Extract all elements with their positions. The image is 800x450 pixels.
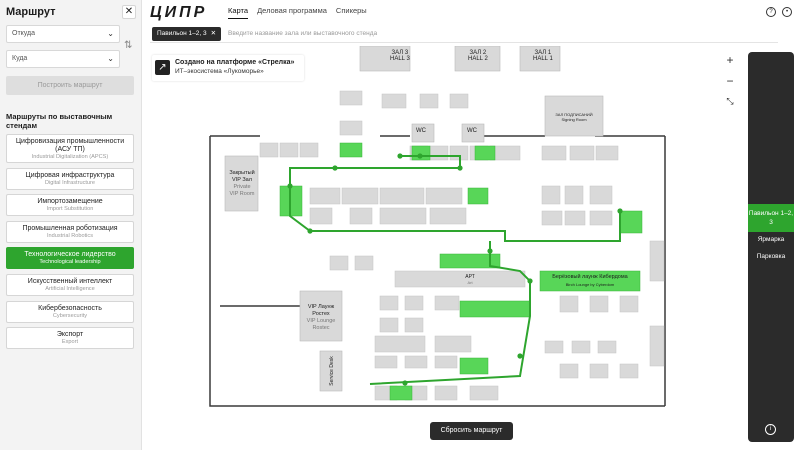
close-icon: ✕ bbox=[124, 6, 134, 17]
route-sublabel: Industrial Robotics bbox=[46, 232, 93, 239]
route-label: Цифровизация промышленности (АСУ ТП) bbox=[15, 138, 125, 153]
vip-lounge-label: VIP Лаунж Ростех VIP Lounge Rostec bbox=[306, 304, 336, 331]
route-item[interactable]: Кибербезопасность Cybersecurity bbox=[6, 300, 134, 323]
pavilion-item-1-2-3[interactable]: Павильон 1–2, 3 bbox=[748, 204, 794, 232]
route-label: Импортозамещение bbox=[37, 198, 103, 206]
routes-section-title: Маршруты по выставочным стендам bbox=[6, 112, 113, 130]
swap-icon[interactable]: ⇅ bbox=[124, 40, 132, 51]
pavilion-chip[interactable]: Павильон 1–2, 3 ✕ bbox=[152, 27, 222, 41]
search-input[interactable]: Введите название зала или выставочного с… bbox=[228, 30, 377, 37]
pavilion-panel: Павильон 1–2, 3 Ярмарка Парковка i bbox=[748, 52, 794, 442]
info-icon[interactable]: i bbox=[765, 424, 776, 435]
pavilion-item-parking[interactable]: Парковка bbox=[748, 252, 794, 261]
chevron-down-icon: ⌄ bbox=[107, 54, 114, 63]
search-bar: Павильон 1–2, 3 ✕ Введите название зала и… bbox=[150, 26, 778, 43]
route-item[interactable]: Промышленная роботизация Industrial Robot… bbox=[6, 220, 134, 243]
platform-promo[interactable]: ↗ Создано на платформе «Стрелка» ИТ–экос… bbox=[152, 55, 304, 81]
to-select[interactable]: Куда ⌄ bbox=[6, 50, 120, 68]
user-icon[interactable]: • bbox=[782, 7, 792, 17]
route-sublabel: Import Substitution bbox=[46, 206, 94, 213]
route-item-active[interactable]: Технологическое лидерство Technological l… bbox=[6, 247, 134, 270]
route-label: Искусственный интеллект bbox=[27, 277, 113, 285]
route-label: Кибербезопасность bbox=[38, 304, 102, 312]
art-label: АРТ Art bbox=[465, 274, 475, 285]
pavilion-item-fair[interactable]: Ярмарка bbox=[748, 235, 794, 244]
to-placeholder: Куда bbox=[12, 55, 28, 62]
floor-map[interactable]: ЗАЛ 3 HALL 3 ЗАЛ 2 HALL 2 ЗАЛ 1 HALL 1 ЗАЛ … bbox=[150, 46, 745, 450]
service-desk-label: Service Desk bbox=[329, 356, 335, 386]
wc-label: WC bbox=[416, 128, 426, 134]
promo-subtitle: ИТ–экосистема «Лукоморье» bbox=[175, 68, 264, 75]
chip-label: Павильон 1–2, 3 bbox=[157, 30, 207, 37]
from-select[interactable]: Откуда ⌄ bbox=[6, 25, 120, 43]
route-sublabel: Cybersecurity bbox=[52, 312, 88, 319]
chevron-down-icon: ⌄ bbox=[107, 29, 114, 38]
route-list: Цифровизация промышленности (АСУ ТП) Indu… bbox=[6, 134, 134, 354]
help-icon[interactable]: ? bbox=[766, 7, 776, 17]
floor-plan bbox=[209, 46, 666, 407]
hall-3-label: ЗАЛ 3 HALL 3 bbox=[390, 50, 410, 62]
tab-map[interactable]: Карта bbox=[228, 6, 249, 19]
route-item[interactable]: Цифровая инфраструктура Digital Infrastru… bbox=[6, 167, 134, 190]
route-label: Цифровая инфраструктура bbox=[25, 171, 115, 179]
reset-route-button[interactable]: Сбросить маршрут bbox=[430, 422, 513, 440]
route-sidebar: Маршрут ✕ Откуда ⌄ ⇅ Куда ⌄ Построить ма… bbox=[0, 0, 142, 450]
zoom-out-icon[interactable]: − bbox=[722, 74, 738, 90]
hall-2-label: ЗАЛ 2 HALL 2 bbox=[468, 50, 488, 62]
tab-speakers[interactable]: Спикеры bbox=[336, 6, 367, 19]
zoom-in-icon[interactable]: + bbox=[722, 53, 738, 69]
cyber-lounge-label: Берёзовый лаунж Кибердома Birch Lounge by… bbox=[552, 274, 628, 287]
close-button[interactable]: ✕ bbox=[122, 5, 136, 19]
closed-vip-label: Закрытый VIP Зал Private VIP Room bbox=[229, 170, 255, 197]
route-item[interactable]: Цифровизация промышленности (АСУ ТП) Indu… bbox=[6, 134, 134, 163]
promo-title: Создано на платформе «Стрелка» bbox=[175, 59, 295, 66]
from-placeholder: Откуда bbox=[12, 30, 36, 37]
route-label: Промышленная роботизация bbox=[22, 224, 118, 232]
route-item[interactable]: Импортозамещение Import Substitution bbox=[6, 194, 134, 217]
route-item[interactable]: Искусственный интеллект Artificial Intell… bbox=[6, 273, 134, 296]
route-label: Технологическое лидерство bbox=[24, 251, 116, 259]
hall-1-label: ЗАЛ 1 HALL 1 bbox=[533, 50, 553, 62]
close-icon[interactable]: ✕ bbox=[211, 30, 216, 37]
collapse-icon[interactable]: ⤡ bbox=[722, 94, 738, 110]
route-item[interactable]: Экспорт Export bbox=[6, 327, 134, 350]
tab-business-program[interactable]: Деловая программа bbox=[257, 6, 327, 19]
arrow-logo-icon: ↗ bbox=[155, 60, 170, 75]
main-nav: Карта Деловая программа Спикеры bbox=[228, 6, 367, 19]
sidebar-title: Маршрут bbox=[6, 6, 56, 18]
wc-label: WC bbox=[467, 128, 477, 134]
build-route-button[interactable]: Построить маршрут bbox=[6, 76, 134, 95]
route-sublabel: Technological leadership bbox=[39, 259, 101, 266]
route-sublabel: Export bbox=[61, 339, 79, 346]
logo: ЦИПР bbox=[150, 4, 208, 21]
route-sublabel: Industrial Digitalization (APCS) bbox=[31, 154, 109, 160]
route-label: Экспорт bbox=[56, 331, 84, 339]
route-sublabel: Digital Infrastructure bbox=[44, 179, 96, 186]
route-sublabel: Artificial Intelligence bbox=[45, 285, 95, 292]
signing-room-label: ЗАЛ ПОДПИСАНИЙ Signing Room bbox=[555, 112, 593, 122]
